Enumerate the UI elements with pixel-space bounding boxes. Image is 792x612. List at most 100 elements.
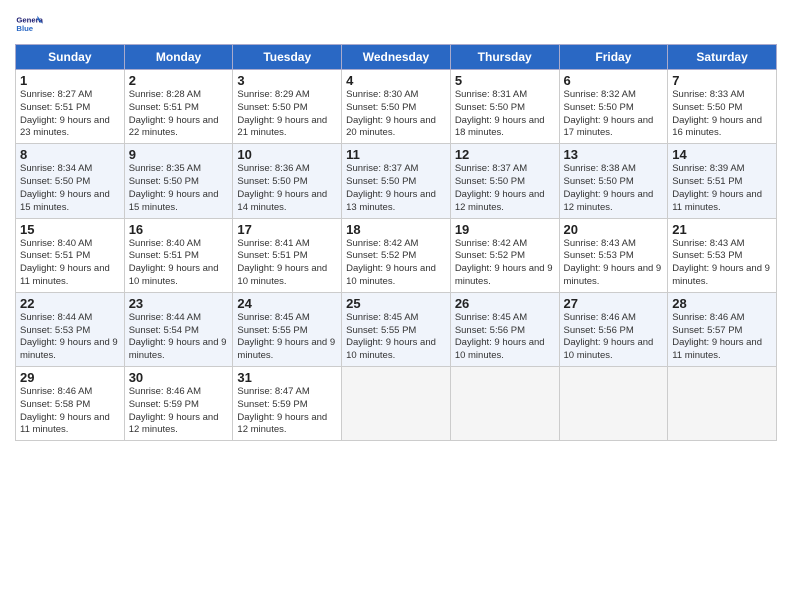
calendar-day-cell: 18Sunrise: 8:42 AMSunset: 5:52 PMDayligh… xyxy=(342,218,451,292)
day-number: 14 xyxy=(672,147,772,162)
calendar-day-cell: 10Sunrise: 8:36 AMSunset: 5:50 PMDayligh… xyxy=(233,144,342,218)
day-content: Sunrise: 8:40 AMSunset: 5:51 PMDaylight:… xyxy=(20,238,120,289)
day-number: 23 xyxy=(129,296,229,311)
calendar-week-row: 29Sunrise: 8:46 AMSunset: 5:58 PMDayligh… xyxy=(16,367,777,441)
day-content: Sunrise: 8:35 AMSunset: 5:50 PMDaylight:… xyxy=(129,163,229,214)
day-content: Sunrise: 8:39 AMSunset: 5:51 PMDaylight:… xyxy=(672,163,772,214)
day-number: 18 xyxy=(346,222,446,237)
day-number: 17 xyxy=(237,222,337,237)
day-content: Sunrise: 8:27 AMSunset: 5:51 PMDaylight:… xyxy=(20,89,120,140)
day-content: Sunrise: 8:28 AMSunset: 5:51 PMDaylight:… xyxy=(129,89,229,140)
calendar-day-cell xyxy=(342,367,451,441)
day-number: 5 xyxy=(455,73,555,88)
calendar-day-cell: 30Sunrise: 8:46 AMSunset: 5:59 PMDayligh… xyxy=(124,367,233,441)
day-number: 9 xyxy=(129,147,229,162)
calendar-day-cell: 3Sunrise: 8:29 AMSunset: 5:50 PMDaylight… xyxy=(233,70,342,144)
day-number: 31 xyxy=(237,370,337,385)
calendar-day-cell: 26Sunrise: 8:45 AMSunset: 5:56 PMDayligh… xyxy=(450,292,559,366)
header: General Blue xyxy=(15,10,777,38)
day-content: Sunrise: 8:46 AMSunset: 5:57 PMDaylight:… xyxy=(672,312,772,363)
day-number: 24 xyxy=(237,296,337,311)
day-content: Sunrise: 8:37 AMSunset: 5:50 PMDaylight:… xyxy=(455,163,555,214)
day-number: 13 xyxy=(564,147,664,162)
day-content: Sunrise: 8:45 AMSunset: 5:55 PMDaylight:… xyxy=(346,312,446,363)
day-number: 11 xyxy=(346,147,446,162)
calendar-day-cell: 21Sunrise: 8:43 AMSunset: 5:53 PMDayligh… xyxy=(668,218,777,292)
calendar-day-cell: 14Sunrise: 8:39 AMSunset: 5:51 PMDayligh… xyxy=(668,144,777,218)
day-content: Sunrise: 8:38 AMSunset: 5:50 PMDaylight:… xyxy=(564,163,664,214)
day-content: Sunrise: 8:46 AMSunset: 5:58 PMDaylight:… xyxy=(20,386,120,437)
day-content: Sunrise: 8:34 AMSunset: 5:50 PMDaylight:… xyxy=(20,163,120,214)
calendar-day-cell: 1Sunrise: 8:27 AMSunset: 5:51 PMDaylight… xyxy=(16,70,125,144)
day-number: 22 xyxy=(20,296,120,311)
calendar-day-cell: 7Sunrise: 8:33 AMSunset: 5:50 PMDaylight… xyxy=(668,70,777,144)
day-content: Sunrise: 8:31 AMSunset: 5:50 PMDaylight:… xyxy=(455,89,555,140)
calendar-day-cell xyxy=(450,367,559,441)
calendar-day-cell: 9Sunrise: 8:35 AMSunset: 5:50 PMDaylight… xyxy=(124,144,233,218)
day-number: 6 xyxy=(564,73,664,88)
calendar-day-cell xyxy=(668,367,777,441)
day-content: Sunrise: 8:46 AMSunset: 5:59 PMDaylight:… xyxy=(129,386,229,437)
day-content: Sunrise: 8:44 AMSunset: 5:53 PMDaylight:… xyxy=(20,312,120,363)
calendar-day-cell: 13Sunrise: 8:38 AMSunset: 5:50 PMDayligh… xyxy=(559,144,668,218)
calendar-table: SundayMondayTuesdayWednesdayThursdayFrid… xyxy=(15,44,777,441)
day-number: 7 xyxy=(672,73,772,88)
weekday-header: Sunday xyxy=(16,45,125,70)
day-number: 28 xyxy=(672,296,772,311)
calendar-day-cell: 17Sunrise: 8:41 AMSunset: 5:51 PMDayligh… xyxy=(233,218,342,292)
day-number: 15 xyxy=(20,222,120,237)
day-content: Sunrise: 8:43 AMSunset: 5:53 PMDaylight:… xyxy=(564,238,664,289)
weekday-header: Monday xyxy=(124,45,233,70)
day-number: 3 xyxy=(237,73,337,88)
calendar-day-cell: 22Sunrise: 8:44 AMSunset: 5:53 PMDayligh… xyxy=(16,292,125,366)
day-number: 1 xyxy=(20,73,120,88)
calendar-day-cell: 20Sunrise: 8:43 AMSunset: 5:53 PMDayligh… xyxy=(559,218,668,292)
day-content: Sunrise: 8:43 AMSunset: 5:53 PMDaylight:… xyxy=(672,238,772,289)
logo-icon: General Blue xyxy=(15,10,43,38)
svg-text:Blue: Blue xyxy=(16,24,33,33)
day-content: Sunrise: 8:46 AMSunset: 5:56 PMDaylight:… xyxy=(564,312,664,363)
day-content: Sunrise: 8:33 AMSunset: 5:50 PMDaylight:… xyxy=(672,89,772,140)
calendar-day-cell: 23Sunrise: 8:44 AMSunset: 5:54 PMDayligh… xyxy=(124,292,233,366)
day-number: 25 xyxy=(346,296,446,311)
logo: General Blue xyxy=(15,10,45,38)
calendar-day-cell: 11Sunrise: 8:37 AMSunset: 5:50 PMDayligh… xyxy=(342,144,451,218)
day-number: 4 xyxy=(346,73,446,88)
day-content: Sunrise: 8:44 AMSunset: 5:54 PMDaylight:… xyxy=(129,312,229,363)
day-content: Sunrise: 8:30 AMSunset: 5:50 PMDaylight:… xyxy=(346,89,446,140)
weekday-header: Thursday xyxy=(450,45,559,70)
calendar-day-cell: 4Sunrise: 8:30 AMSunset: 5:50 PMDaylight… xyxy=(342,70,451,144)
calendar-day-cell: 31Sunrise: 8:47 AMSunset: 5:59 PMDayligh… xyxy=(233,367,342,441)
day-content: Sunrise: 8:41 AMSunset: 5:51 PMDaylight:… xyxy=(237,238,337,289)
weekday-header: Friday xyxy=(559,45,668,70)
calendar-day-cell: 24Sunrise: 8:45 AMSunset: 5:55 PMDayligh… xyxy=(233,292,342,366)
day-number: 19 xyxy=(455,222,555,237)
day-number: 2 xyxy=(129,73,229,88)
day-number: 8 xyxy=(20,147,120,162)
day-content: Sunrise: 8:40 AMSunset: 5:51 PMDaylight:… xyxy=(129,238,229,289)
day-content: Sunrise: 8:36 AMSunset: 5:50 PMDaylight:… xyxy=(237,163,337,214)
calendar-day-cell: 28Sunrise: 8:46 AMSunset: 5:57 PMDayligh… xyxy=(668,292,777,366)
day-content: Sunrise: 8:42 AMSunset: 5:52 PMDaylight:… xyxy=(455,238,555,289)
day-content: Sunrise: 8:45 AMSunset: 5:55 PMDaylight:… xyxy=(237,312,337,363)
day-number: 12 xyxy=(455,147,555,162)
day-content: Sunrise: 8:47 AMSunset: 5:59 PMDaylight:… xyxy=(237,386,337,437)
calendar-week-row: 22Sunrise: 8:44 AMSunset: 5:53 PMDayligh… xyxy=(16,292,777,366)
calendar-week-row: 15Sunrise: 8:40 AMSunset: 5:51 PMDayligh… xyxy=(16,218,777,292)
calendar-day-cell: 25Sunrise: 8:45 AMSunset: 5:55 PMDayligh… xyxy=(342,292,451,366)
day-number: 20 xyxy=(564,222,664,237)
calendar-day-cell xyxy=(559,367,668,441)
calendar-day-cell: 2Sunrise: 8:28 AMSunset: 5:51 PMDaylight… xyxy=(124,70,233,144)
calendar-day-cell: 15Sunrise: 8:40 AMSunset: 5:51 PMDayligh… xyxy=(16,218,125,292)
day-content: Sunrise: 8:45 AMSunset: 5:56 PMDaylight:… xyxy=(455,312,555,363)
day-content: Sunrise: 8:29 AMSunset: 5:50 PMDaylight:… xyxy=(237,89,337,140)
weekday-header-row: SundayMondayTuesdayWednesdayThursdayFrid… xyxy=(16,45,777,70)
calendar-day-cell: 6Sunrise: 8:32 AMSunset: 5:50 PMDaylight… xyxy=(559,70,668,144)
calendar-week-row: 8Sunrise: 8:34 AMSunset: 5:50 PMDaylight… xyxy=(16,144,777,218)
day-number: 21 xyxy=(672,222,772,237)
calendar-day-cell: 8Sunrise: 8:34 AMSunset: 5:50 PMDaylight… xyxy=(16,144,125,218)
day-content: Sunrise: 8:32 AMSunset: 5:50 PMDaylight:… xyxy=(564,89,664,140)
day-number: 29 xyxy=(20,370,120,385)
day-number: 10 xyxy=(237,147,337,162)
day-number: 27 xyxy=(564,296,664,311)
